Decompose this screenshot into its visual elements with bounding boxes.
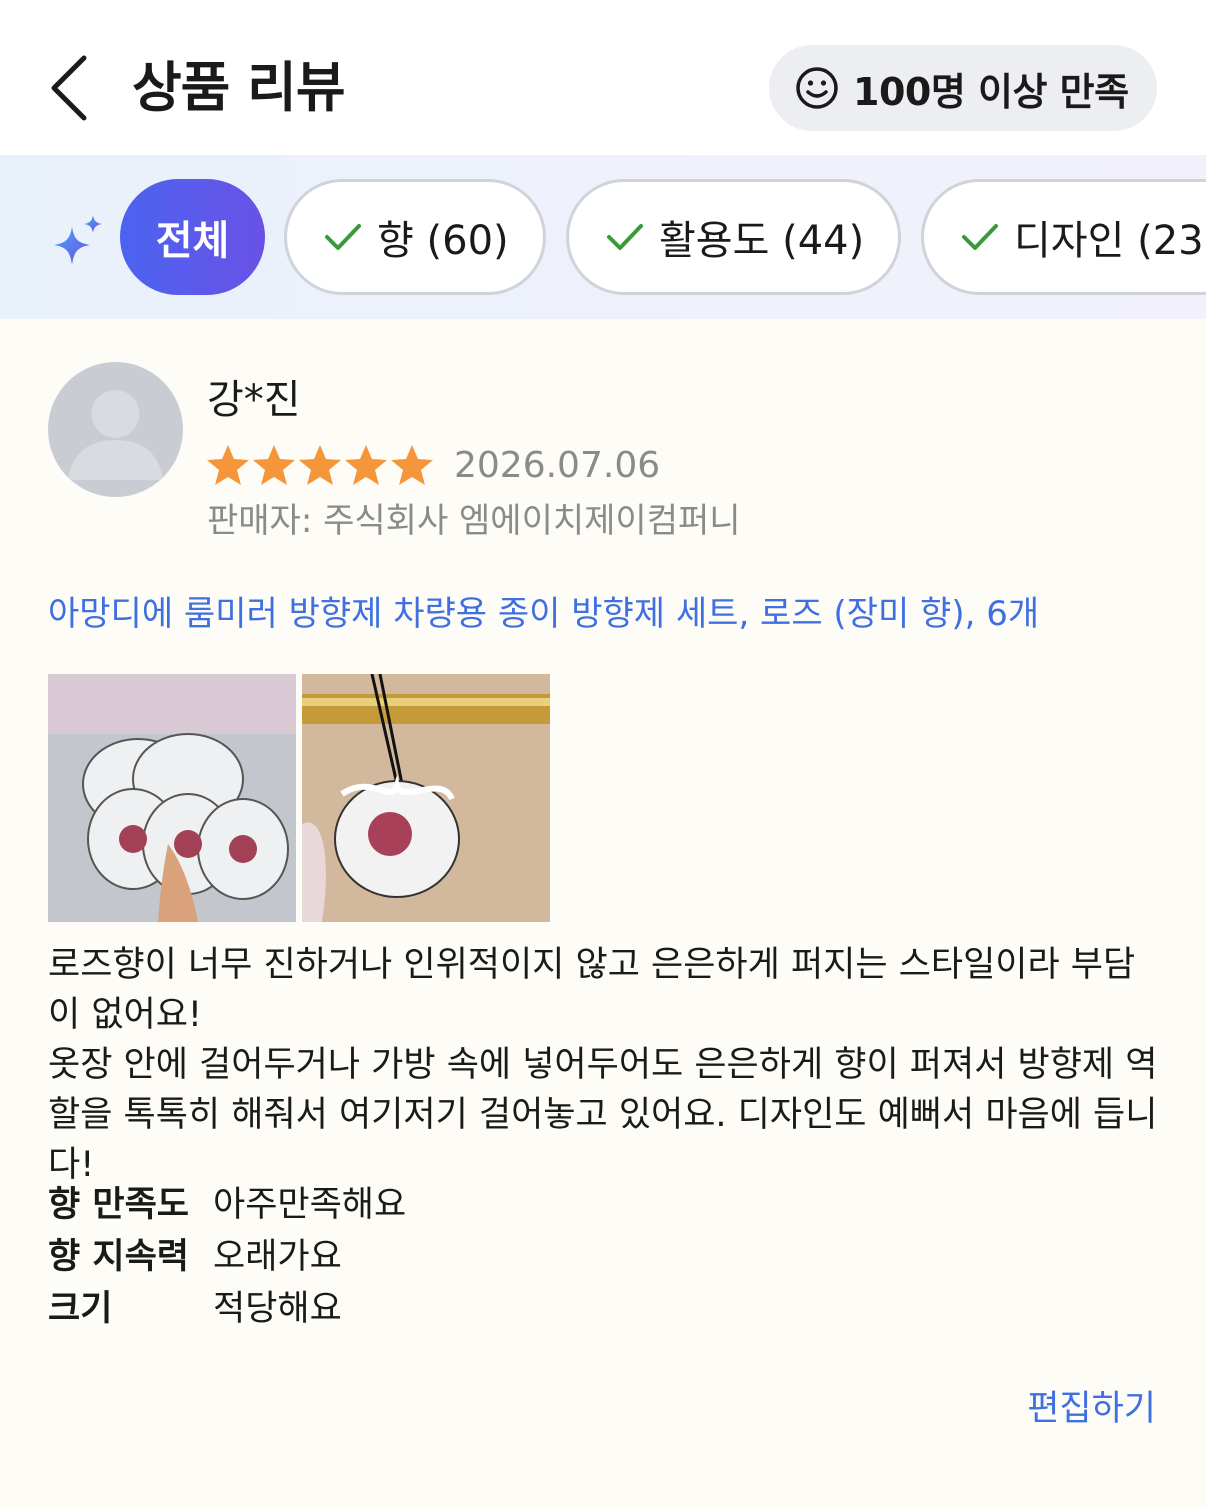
star-rating [205, 442, 435, 488]
satisfaction-badge[interactable]: 100명 이상 만족 [769, 45, 1157, 131]
review-date: 2026.07.06 [454, 445, 661, 486]
product-photo-image [48, 674, 296, 922]
star-icon [253, 445, 295, 485]
reviewer-name: 강*진 [207, 377, 301, 423]
filter-chip-all[interactable]: 전체 [120, 179, 265, 295]
filter-chip-label: 향 (60) [377, 218, 509, 264]
check-icon [962, 224, 998, 250]
page-title: 상품 리뷰 [132, 56, 346, 119]
review-text-line: 옷장 안에 걸어두거나 가방 속에 넣어두어도 은은하게 향이 퍼져서 방향제 … [48, 1045, 1158, 1185]
review-text-line: 로즈향이 너무 진하거나 인위적이지 않고 은은하게 퍼지는 스타일이라 부담이… [48, 945, 1136, 1035]
star-icon [391, 445, 433, 485]
edit-button[interactable]: 편집하기 [1027, 1385, 1156, 1433]
attribute-value: 오래가요 [213, 1236, 342, 1277]
review-photo[interactable] [302, 674, 550, 922]
filter-chip-scent[interactable]: 향 (60) [284, 179, 546, 295]
star-icon [345, 445, 387, 485]
filter-chip-label: 활용도 (44) [659, 218, 865, 264]
back-button[interactable] [40, 50, 100, 126]
user-icon [68, 390, 163, 480]
review-attributes: 향 만족도 아주만족해요 향 지속력 오래가요 크기 적당해요 [48, 1175, 406, 1331]
filter-chip-usability[interactable]: 활용도 (44) [566, 179, 901, 295]
filter-chip-design[interactable]: 디자인 (23) [921, 179, 1206, 295]
star-icon [207, 445, 249, 485]
check-icon [607, 224, 643, 250]
check-icon [325, 224, 361, 250]
attribute-key: 향 만족도 [48, 1184, 189, 1225]
product-link[interactable]: 아망디에 룸미러 방향제 차량용 종이 방향제 세트, 로즈 (장미 향), 6… [48, 590, 1039, 638]
filter-chip-label: 디자인 (23) [1014, 218, 1206, 264]
avatar [48, 362, 183, 497]
satisfaction-text: 100명 이상 만족 [853, 69, 1129, 114]
filter-bar: 전체 향 (60) 활용도 (44) 디자인 (23) [0, 155, 1206, 319]
product-photo-image [302, 674, 550, 922]
attribute-value: 아주만족해요 [213, 1184, 407, 1225]
attribute-row: 향 만족도 아주만족해요 [48, 1175, 406, 1227]
attribute-row: 크기 적당해요 [48, 1279, 406, 1331]
attribute-key: 향 지속력 [48, 1236, 189, 1277]
chevron-left-icon [51, 55, 87, 121]
header: 상품 리뷰 100명 이상 만족 [0, 0, 1206, 155]
sparkle-icon [54, 215, 102, 265]
star-icon [299, 445, 341, 485]
attribute-row: 향 지속력 오래가요 [48, 1227, 406, 1279]
seller-name: 판매자: 주식회사 엠에이치제이컴퍼니 [207, 501, 741, 541]
review-body: 로즈향이 너무 진하거나 인위적이지 않고 은은하게 퍼지는 스타일이라 부담이… [48, 940, 1158, 1190]
attribute-key: 크기 [48, 1288, 113, 1329]
review-photo[interactable] [48, 674, 296, 922]
attribute-value: 적당해요 [213, 1288, 342, 1329]
smile-icon [796, 67, 838, 109]
